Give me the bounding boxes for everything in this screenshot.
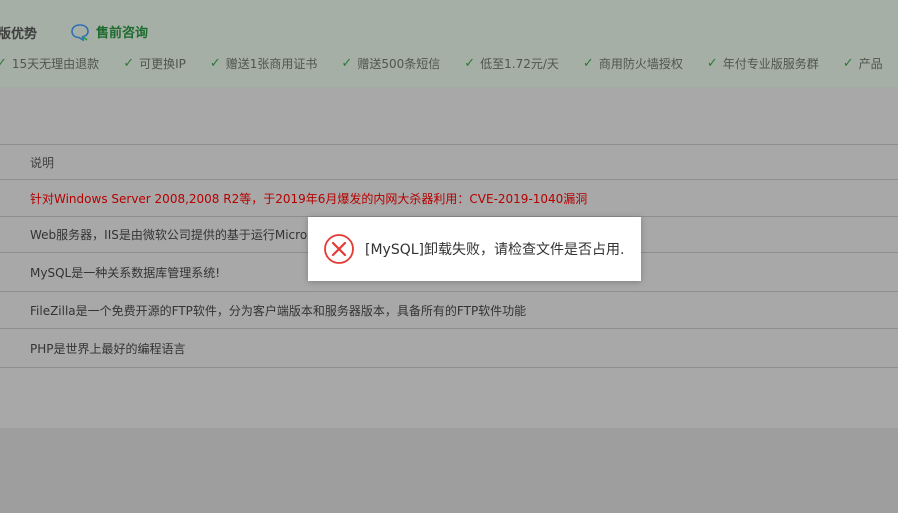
feature-item: ✓ 商用防火墙授权: [582, 56, 683, 71]
row-description: MySQL是一种关系数据库管理系统!: [30, 265, 221, 280]
product-advantages-band: 版优势 售前咨询 ✓ 15天无理由退款 ✓ 可更换IP ✓ 赠送1张商用证书 ✓ 赠送5…: [0, 0, 898, 87]
table-row[interactable]: FileZilla是一个免费开源的FTP软件，分为客户端版本和服务器版本，具备所…: [0, 291, 898, 328]
table-row[interactable]: 针对Windows Server 2008,2008 R2等，于2019年6月爆…: [0, 179, 898, 216]
table-row[interactable]: PHP是世界上最好的编程语言: [0, 328, 898, 368]
feature-list: ✓ 15天无理由退款 ✓ 可更换IP ✓ 赠送1张商用证书 ✓ 赠送500条短信 ✓ 低至…: [0, 55, 898, 72]
check-icon: ✓: [464, 56, 476, 71]
feature-item: ✓ 15天无理由退款: [0, 55, 99, 72]
feature-item: ✓ 可更换IP: [123, 56, 186, 71]
feature-item: ✓ 赠送1张商用证书: [209, 56, 318, 71]
feature-item: ✓ 年付专业版服务群: [706, 56, 819, 71]
toast-message: [MySQL]卸载失败，请检查文件是否占用.: [365, 242, 625, 258]
chat-bubble-icon: [71, 23, 89, 41]
presales-consult-link[interactable]: 售前咨询: [70, 22, 148, 41]
error-toast: [MySQL]卸载失败，请检查文件是否占用.: [308, 217, 641, 281]
consult-label: 售前咨询: [96, 26, 149, 41]
check-icon: ✓: [0, 56, 7, 71]
check-icon: ✓: [341, 56, 353, 71]
row-description: FileZilla是一个免费开源的FTP软件，分为客户端版本和服务器版本，具备所…: [30, 303, 527, 318]
row-description: 针对Windows Server 2008,2008 R2等，于2019年6月爆…: [30, 191, 588, 206]
advantages-title: 版优势: [0, 27, 38, 42]
check-icon: ✓: [842, 56, 854, 71]
row-description: Web服务器，IIS是由微软公司提供的基于运行Micro: [30, 228, 308, 242]
check-icon: ✓: [209, 56, 221, 71]
check-icon: ✓: [123, 56, 135, 71]
table-header-row: 说明: [0, 144, 898, 179]
row-description: PHP是世界上最好的编程语言: [30, 341, 186, 356]
feature-item: ✓ 低至1.72元/天: [464, 56, 559, 71]
page-footer-area: [0, 428, 898, 513]
check-icon: ✓: [582, 56, 594, 71]
check-icon: ✓: [706, 56, 718, 71]
feature-item: ✓ 产品: [842, 56, 883, 71]
column-header-description: 说明: [30, 155, 55, 170]
error-circle-icon: [324, 234, 354, 264]
feature-item: ✓ 赠送500条短信: [341, 56, 441, 71]
